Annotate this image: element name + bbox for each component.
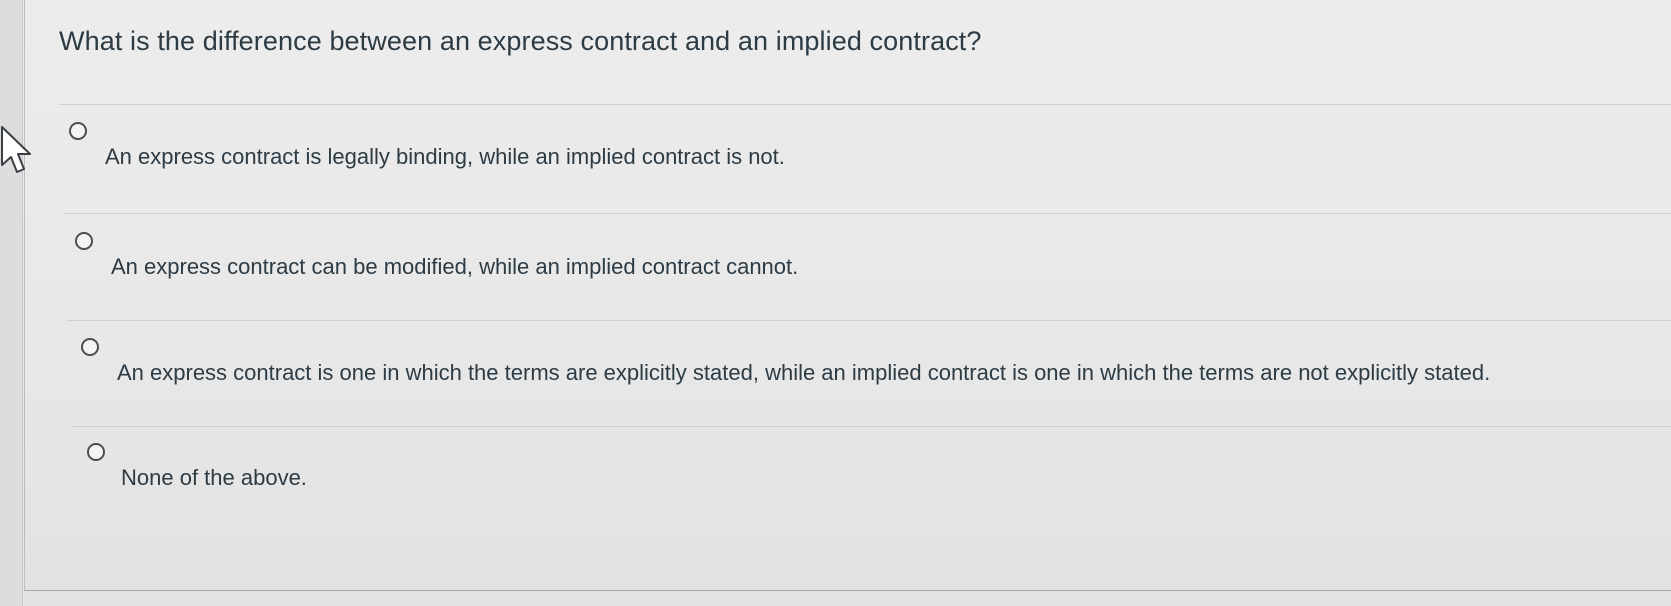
divider — [67, 320, 1671, 321]
answer-option-1[interactable]: An express contract is legally binding, … — [65, 120, 845, 180]
question-panel: What is the difference between an expres… — [24, 0, 1671, 591]
question-text: What is the difference between an expres… — [59, 26, 982, 56]
divider — [59, 104, 1671, 105]
divider — [63, 213, 1671, 214]
answer-option-2[interactable]: An express contract can be modified, whi… — [71, 230, 861, 290]
divider — [71, 426, 1671, 427]
answer-label: An express contract is one in which the … — [117, 360, 1491, 385]
quiz-screen: What is the difference between an expres… — [0, 0, 1671, 606]
radio-unselected-icon[interactable] — [87, 443, 105, 461]
answer-label: None of the above. — [121, 465, 307, 490]
radio-unselected-icon[interactable] — [81, 338, 99, 356]
answer-option-3[interactable]: An express contract is one in which the … — [77, 336, 1527, 396]
answer-option-4[interactable]: None of the above. — [83, 440, 403, 500]
answer-label: An express contract is legally binding, … — [105, 144, 785, 169]
radio-unselected-icon[interactable] — [75, 232, 93, 250]
mouse-pointer-icon — [1, 126, 31, 173]
left-margin — [0, 0, 23, 606]
answer-label: An express contract can be modified, whi… — [111, 254, 799, 279]
radio-unselected-icon[interactable] — [69, 122, 87, 140]
